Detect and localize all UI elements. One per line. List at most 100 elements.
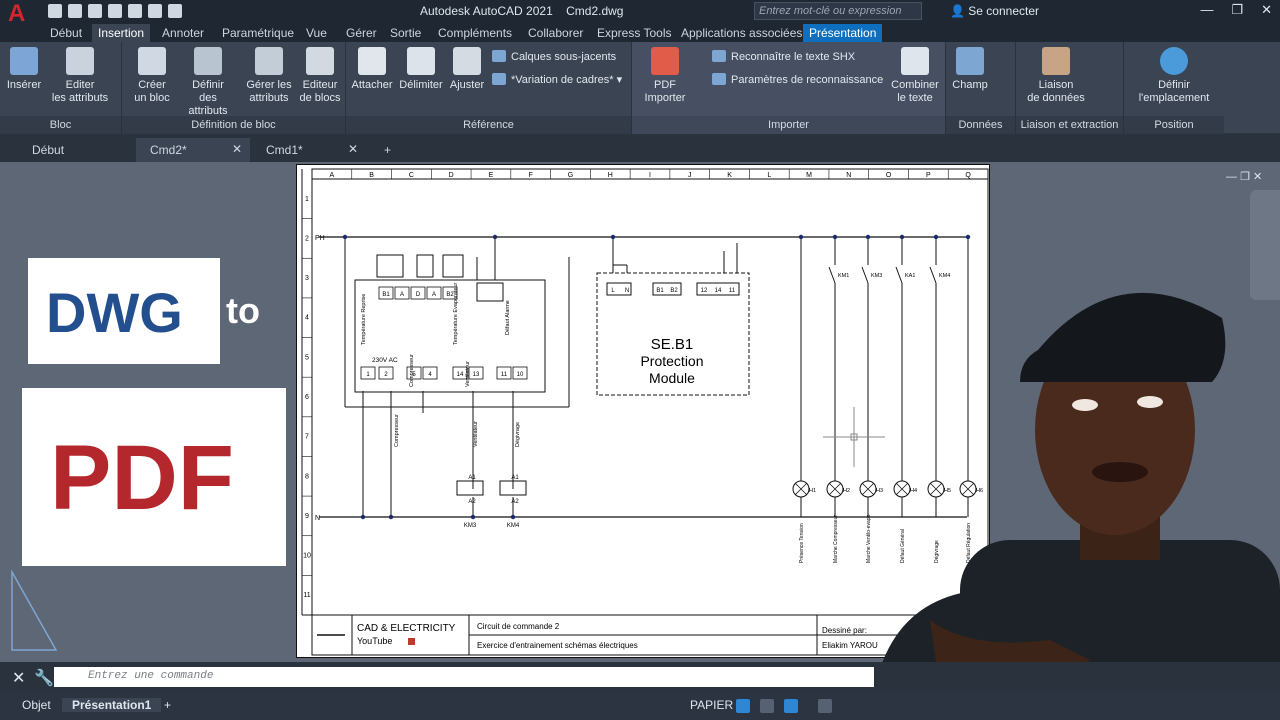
terminal-label: D [416, 292, 421, 298]
row-label: 6 [305, 394, 309, 401]
tab-presentation1[interactable]: Présentation1 [62, 698, 162, 712]
exercise-title: Exercice d'entrainement schémas électriq… [477, 641, 638, 650]
coil-label: KM4 [507, 523, 520, 529]
tab-pr-sentation[interactable]: Présentation [803, 24, 883, 42]
reconnaitre-shx-button[interactable]: Reconnaître le texte SHX [712, 50, 855, 63]
close-icon[interactable]: ✕ [232, 142, 242, 156]
save-as-icon[interactable] [108, 4, 122, 18]
inserer-button[interactable]: Insérer [6, 47, 42, 92]
search-input[interactable]: Entrez mot-clé ou expression [754, 2, 922, 20]
tab-collaborer[interactable]: Collaborer [522, 24, 589, 42]
column-label: K [727, 172, 732, 179]
tab-insertion[interactable]: Insertion [92, 24, 151, 42]
junction-dot [933, 234, 939, 240]
circuit-title: Circuit de commande 2 [477, 622, 560, 631]
liaison-donnees-button[interactable]: Liaison de données [1026, 47, 1086, 105]
variation-cadres-dropdown[interactable]: *Variation de cadres* ▾ [492, 73, 622, 86]
undo-icon[interactable] [148, 4, 162, 18]
file-name: Cmd2.dwg [566, 4, 624, 18]
attacher-button[interactable]: Attacher [350, 47, 394, 92]
column-label: N [846, 172, 851, 179]
recognition-settings-icon [712, 73, 726, 85]
osnap-toggle-icon[interactable] [818, 699, 832, 713]
doc-tab-cmd2[interactable]: Cmd2* ✕ [136, 138, 250, 162]
plot-icon[interactable] [128, 4, 142, 18]
close-icon[interactable]: ✕ [12, 668, 25, 688]
definir-emplacement-button[interactable]: Définir l'emplacement [1132, 47, 1216, 105]
close-icon[interactable]: ✕ [1253, 171, 1262, 183]
panel-importer: PDF Importer Reconnaître le texte SHX Pa… [632, 42, 946, 134]
editeur-label: Editeur de blocs [299, 79, 341, 104]
doc-tab-debut[interactable]: Début [18, 138, 136, 162]
tab-param-trique[interactable]: Paramétrique [216, 24, 300, 42]
module-terminal-label: N [625, 288, 629, 294]
close-icon[interactable]: ✕ [348, 142, 358, 156]
wrench-icon[interactable]: 🔧 [34, 668, 54, 688]
ajuster-label: Ajuster [449, 79, 485, 91]
attach-icon [358, 47, 386, 75]
terminal-label: A [400, 292, 404, 298]
definir-attributs-button[interactable]: Définir des attributs [182, 47, 234, 118]
tab-vue[interactable]: Vue [300, 24, 333, 42]
panel-title-bloc[interactable]: Bloc [0, 116, 121, 134]
rotated-label: Ventilateur [473, 421, 479, 447]
globe-icon [1160, 47, 1188, 75]
redo-icon[interactable] [168, 4, 182, 18]
junction-dot [832, 234, 838, 240]
tab-compl-ments[interactable]: Compléments [432, 24, 518, 42]
tab-annoter[interactable]: Annoter [156, 24, 210, 42]
creer-bloc-button[interactable]: Créer un bloc [132, 47, 172, 105]
liaison-label: Liaison de données [1027, 79, 1085, 104]
panel-title-definition[interactable]: Définition de bloc [122, 116, 345, 134]
row-label: 11 [303, 592, 310, 599]
minimize-icon[interactable]: — [1200, 2, 1213, 18]
champ-button[interactable]: Champ [950, 47, 990, 92]
module-terminal-label: B1 [656, 288, 664, 294]
doc-tab-cmd1[interactable]: Cmd1* ✕ [252, 138, 366, 162]
terminal-label: 4 [428, 372, 432, 378]
gerer-attributs-button[interactable]: Gérer les attributs [246, 47, 292, 105]
tab-express-tools[interactable]: Express Tools [591, 24, 677, 42]
tab-objet[interactable]: Objet [22, 698, 51, 712]
editeur-blocs-button[interactable]: Editeur de blocs [298, 47, 342, 105]
column-label: P [926, 172, 931, 179]
module-terminal-label: 11 [729, 288, 736, 294]
new-icon[interactable] [48, 4, 62, 18]
tab-sortie[interactable]: Sortie [384, 24, 427, 42]
frames-icon [492, 73, 506, 85]
pdf-importer-button[interactable]: PDF Importer [640, 47, 690, 105]
calques-sous-jacents-button[interactable]: Calques sous-jacents [492, 50, 616, 63]
ajuster-button[interactable]: Ajuster [448, 47, 486, 92]
doc-tab-label: Cmd2* [150, 143, 187, 157]
column-label: A [330, 172, 335, 179]
editer-attributs-button[interactable]: Editer les attributs [50, 47, 110, 105]
tab-applications-associ-es[interactable]: Applications associées [675, 24, 808, 42]
new-tab-button[interactable]: + [370, 138, 400, 162]
rail-ph-label: PH [315, 235, 325, 242]
dwg-label: DWG [46, 281, 183, 344]
column-label: O [886, 172, 892, 179]
restore-icon[interactable]: ❐ [1231, 2, 1243, 18]
parametres-reconnaissance-button[interactable]: Paramètres de reconnaissance [712, 73, 883, 86]
delimiter-button[interactable]: Délimiter [396, 47, 446, 92]
open-icon[interactable] [68, 4, 82, 18]
polar-toggle-icon[interactable] [784, 699, 798, 713]
paper-space-toggle[interactable]: PAPIER [690, 698, 733, 712]
lamp-label: H1 [809, 488, 816, 494]
tab-g-rer[interactable]: Gérer [340, 24, 383, 42]
row-label: 2 [305, 235, 309, 242]
minimize-icon[interactable]: — [1226, 171, 1237, 183]
add-layout-button[interactable]: + [164, 698, 171, 712]
tab-d-but[interactable]: Début [44, 24, 88, 42]
command-input[interactable]: Entrez une commande [54, 667, 874, 687]
combiner-texte-button[interactable]: Combiner le texte [888, 47, 942, 105]
snap-toggle-icon[interactable] [760, 699, 774, 713]
panel-title-reference[interactable]: Référence [346, 116, 631, 134]
save-icon[interactable] [88, 4, 102, 18]
restore-icon[interactable]: ❐ [1240, 171, 1250, 183]
lower-rotated-labels: Compresseur Ventilateur Dégivrage [394, 414, 521, 447]
junction-dot [510, 514, 516, 520]
close-icon[interactable]: ✕ [1261, 2, 1272, 18]
login-button[interactable]: 👤 Se connecter [950, 4, 1039, 18]
grid-toggle-icon[interactable] [736, 699, 750, 713]
